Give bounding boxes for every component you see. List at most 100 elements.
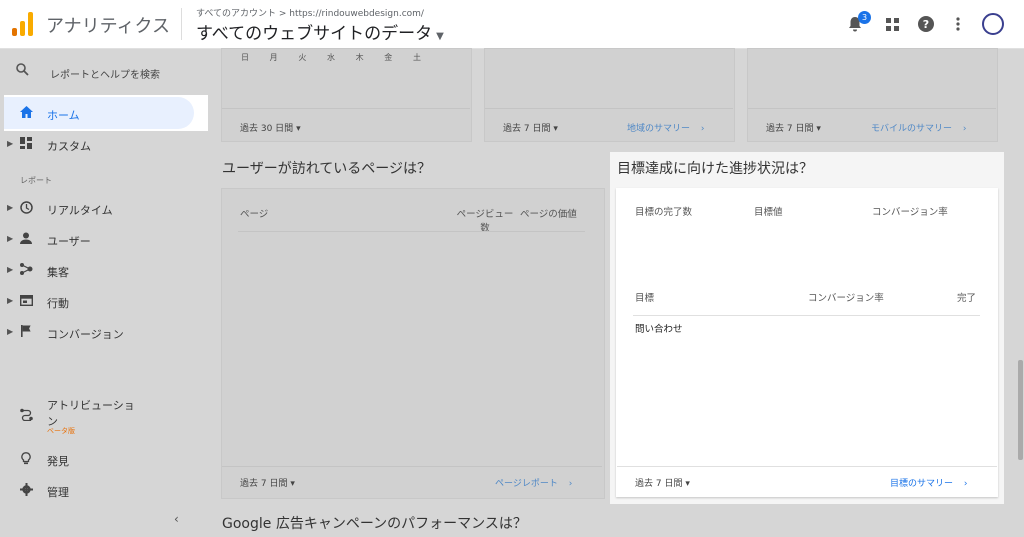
sidebar-item-audience[interactable]: ▶ ユーザー	[0, 226, 210, 252]
sidebar-item-label: 管理	[47, 486, 69, 499]
sidebar-item-attribution[interactable]: アトリビューショ ン	[0, 393, 210, 433]
date-range-label: 過去 7 日間	[635, 479, 683, 489]
sidebar-item-label: ホーム	[47, 109, 80, 122]
app-title: アナリティクス	[46, 16, 171, 37]
date-range-dropdown[interactable]: 過去 30 日間 ▾	[240, 121, 301, 134]
link-label: ページレポート	[495, 479, 558, 489]
weekday-label: 火	[298, 53, 307, 62]
sidebar-item-admin[interactable]: 管理	[0, 477, 210, 503]
sidebar-item-label: 行動	[47, 297, 69, 310]
table-divider	[633, 315, 980, 316]
sidebar: レポートとヘルプを検索 ホーム ▶ カスタム レポート ▶ リアルタイム ▶ ユ…	[0, 49, 210, 537]
weekday-label: 水	[326, 53, 335, 62]
clock-icon	[19, 200, 33, 214]
sidebar-search[interactable]: レポートとヘルプを検索	[0, 61, 210, 85]
ads-section-title: Google 広告キャンペーンのパフォーマンスは？	[222, 516, 527, 532]
date-range-dropdown[interactable]: 過去 7 日間 ▾	[635, 476, 690, 489]
notification-badge: 3	[858, 11, 871, 24]
account-breadcrumb[interactable]: すべてのアカウント > https://rindouwebdesign.com/	[196, 6, 424, 19]
search-label: レポートとヘルプを検索	[50, 70, 160, 81]
col-goal[interactable]: 目標	[635, 290, 654, 304]
col-completions[interactable]: 完了	[957, 290, 976, 304]
expand-arrow-icon: ▶	[7, 203, 14, 212]
sidebar-item-label: カスタム	[47, 140, 91, 153]
gear-icon	[19, 482, 33, 496]
sidebar-item-acquisition[interactable]: ▶ 集客	[0, 257, 210, 283]
sidebar-item-behavior[interactable]: ▶ 行動	[0, 288, 210, 314]
search-icon	[16, 63, 29, 80]
weekday-labels: 日 月 火 水 木 金 土	[241, 52, 421, 63]
lightbulb-icon	[19, 451, 33, 465]
svg-text:?: ?	[923, 18, 929, 31]
weekday-label: 日	[241, 53, 249, 62]
weekday-label: 金	[384, 53, 393, 62]
card-divider	[748, 108, 996, 109]
weekday-label: 土	[412, 53, 421, 62]
beta-badge: ベータ版	[47, 427, 75, 435]
sidebar-item-label: ユーザー	[47, 235, 91, 248]
chevron-right-icon: ›	[962, 124, 967, 134]
location-summary-link[interactable]: 地域のサマリー ›	[627, 121, 705, 134]
link-label: モバイルのサマリー	[871, 124, 953, 134]
col-conversion-rate[interactable]: コンバージョン率	[872, 204, 948, 218]
home-icon	[19, 105, 33, 119]
analytics-logo[interactable]	[12, 12, 34, 36]
avatar[interactable]	[982, 13, 1004, 35]
date-range-label: 過去 7 日間	[766, 124, 814, 134]
expand-arrow-icon: ▶	[7, 296, 14, 305]
section-reports-label: レポート	[20, 176, 52, 185]
goals-section-title: 目標達成に向けた進捗状況は？	[617, 161, 813, 177]
col-conversion-rate-2[interactable]: コンバージョン率	[808, 290, 884, 304]
more-vert-icon[interactable]	[946, 12, 970, 36]
chevron-right-icon: ›	[700, 124, 705, 134]
card-divider	[485, 108, 733, 109]
help-icon[interactable]: ?	[914, 12, 938, 36]
table-row[interactable]: 問い合わせ	[635, 321, 683, 335]
pages-report-link[interactable]: ページレポート ›	[495, 476, 572, 489]
col-page[interactable]: ページ	[240, 206, 268, 220]
sidebar-item-home[interactable]: ホーム	[0, 100, 210, 126]
chevron-right-icon: ›	[568, 479, 573, 489]
col-pageviews-line2: 数	[480, 223, 490, 234]
date-range-label: 過去 30 日間	[240, 124, 294, 134]
pages-section-title: ユーザーが訪れているページは？	[222, 161, 432, 177]
mobile-summary-link[interactable]: モバイルのサマリー ›	[871, 121, 967, 134]
expand-arrow-icon: ▶	[7, 265, 14, 274]
goals-summary-link[interactable]: 目標のサマリー ›	[890, 476, 968, 489]
table-divider	[238, 231, 585, 232]
weekday-label: 月	[269, 53, 278, 62]
col-page-value[interactable]: ページの価値	[520, 206, 577, 220]
date-range-label: 過去 7 日間	[503, 124, 551, 134]
pages-card	[221, 188, 605, 499]
col-pageviews[interactable]: ページビュー数	[451, 206, 519, 234]
date-range-dropdown[interactable]: 過去 7 日間 ▾	[503, 121, 558, 134]
sidebar-item-discover[interactable]: 発見	[0, 446, 210, 472]
card-divider	[222, 108, 470, 109]
apps-grid-icon[interactable]	[880, 12, 904, 36]
sidebar-item-conversions[interactable]: ▶ コンバージョン	[0, 319, 210, 345]
acquisition-icon	[19, 262, 33, 276]
sidebar-item-custom[interactable]: ▶ カスタム	[0, 131, 210, 157]
sidebar-item-realtime[interactable]: ▶ リアルタイム	[0, 195, 210, 221]
scrollbar-thumb[interactable]	[1018, 360, 1023, 460]
person-icon	[19, 231, 33, 245]
behavior-icon	[19, 293, 33, 307]
dashboard-icon	[19, 136, 33, 150]
card-divider	[617, 466, 997, 467]
col-goal-completions[interactable]: 目標の完了数	[635, 204, 692, 218]
top-bar: アナリティクス すべてのアカウント > https://rindouwebdes…	[0, 0, 1024, 49]
caret-down-icon: ▾	[685, 479, 690, 489]
expand-arrow-icon: ▶	[7, 234, 14, 243]
attribution-icon	[19, 407, 33, 421]
col-goal-value[interactable]: 目標値	[754, 204, 783, 218]
date-range-dropdown[interactable]: 過去 7 日間 ▾	[766, 121, 821, 134]
link-label: 目標のサマリー	[890, 479, 954, 489]
date-range-dropdown[interactable]: 過去 7 日間 ▾	[240, 476, 295, 489]
view-name: すべてのウェブサイトのデータ	[196, 24, 433, 44]
sidebar-item-label: リアルタイム	[47, 204, 113, 217]
caret-down-icon: ▾	[816, 124, 821, 134]
collapse-chevron-icon[interactable]: ‹	[174, 512, 179, 526]
caret-down-icon: ▼	[436, 31, 444, 42]
view-selector[interactable]: すべてのウェブサイトのデータ ▼	[196, 19, 444, 44]
chevron-right-icon: ›	[963, 479, 968, 489]
